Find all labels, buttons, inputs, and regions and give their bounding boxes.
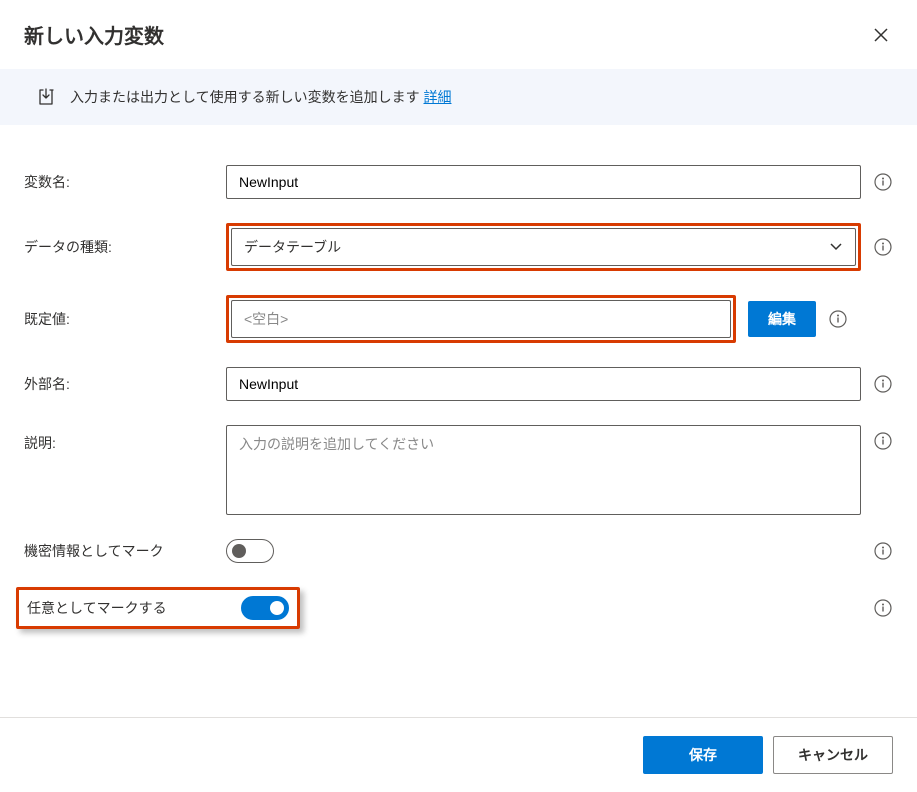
toggle-knob: [232, 544, 246, 558]
row-description: 説明:: [24, 425, 893, 515]
info-icon: [874, 542, 892, 560]
row-sensitive: 機密情報としてマーク: [24, 539, 893, 563]
data-type-value: データテーブル: [244, 237, 341, 257]
info-icon: [829, 310, 847, 328]
close-icon: [874, 28, 888, 42]
info-sensitive[interactable]: [873, 541, 893, 561]
label-external-name: 外部名:: [24, 374, 214, 394]
form: 変数名: データの種類: データテーブル 既定値:: [0, 125, 917, 649]
chevron-down-icon: [829, 239, 843, 256]
info-icon: [874, 173, 892, 191]
row-optional: 任意としてマークする: [16, 587, 893, 629]
label-optional: 任意としてマークする: [27, 598, 211, 618]
save-button[interactable]: 保存: [643, 736, 763, 774]
label-data-type: データの種類:: [24, 237, 214, 257]
close-button[interactable]: [869, 23, 893, 47]
dialog-header: 新しい入力変数: [0, 0, 917, 69]
info-optional[interactable]: [873, 598, 893, 618]
description-input[interactable]: [226, 425, 861, 515]
info-icon: [874, 238, 892, 256]
row-external-name: 外部名:: [24, 367, 893, 401]
data-type-select[interactable]: データテーブル: [231, 228, 856, 266]
label-var-name: 変数名:: [24, 172, 214, 192]
row-var-name: 変数名:: [24, 165, 893, 199]
cancel-button[interactable]: キャンセル: [773, 736, 893, 774]
info-banner: 入力または出力として使用する新しい変数を追加します 詳細: [0, 69, 917, 125]
info-description[interactable]: [873, 431, 893, 451]
info-default-value[interactable]: [828, 309, 848, 329]
row-default-value: 既定値: <空白> 編集: [24, 295, 893, 343]
toggle-knob: [270, 601, 284, 615]
external-name-input[interactable]: [226, 367, 861, 401]
info-icon: [874, 375, 892, 393]
optional-toggle[interactable]: [241, 596, 289, 620]
highlight-optional: 任意としてマークする: [16, 587, 300, 629]
label-sensitive: 機密情報としてマーク: [24, 541, 214, 561]
banner-text: 入力または出力として使用する新しい変数を追加します 詳細: [70, 87, 451, 107]
info-external-name[interactable]: [873, 374, 893, 394]
dialog-title: 新しい入力変数: [24, 20, 164, 49]
highlight-default-value: <空白>: [226, 295, 736, 343]
var-name-input[interactable]: [226, 165, 861, 199]
label-default-value: 既定値:: [24, 309, 214, 329]
details-link[interactable]: 詳細: [423, 89, 451, 105]
info-icon: [874, 432, 892, 450]
edit-button[interactable]: 編集: [748, 301, 816, 337]
dialog-footer: 保存 キャンセル: [0, 717, 917, 792]
info-icon: [874, 599, 892, 617]
label-description: 説明:: [24, 425, 214, 453]
info-data-type[interactable]: [873, 237, 893, 257]
info-var-name[interactable]: [873, 172, 893, 192]
default-value-display[interactable]: <空白>: [231, 300, 731, 338]
sensitive-toggle[interactable]: [226, 539, 274, 563]
row-data-type: データの種類: データテーブル: [24, 223, 893, 271]
highlight-data-type: データテーブル: [226, 223, 861, 271]
import-icon: [36, 87, 56, 107]
